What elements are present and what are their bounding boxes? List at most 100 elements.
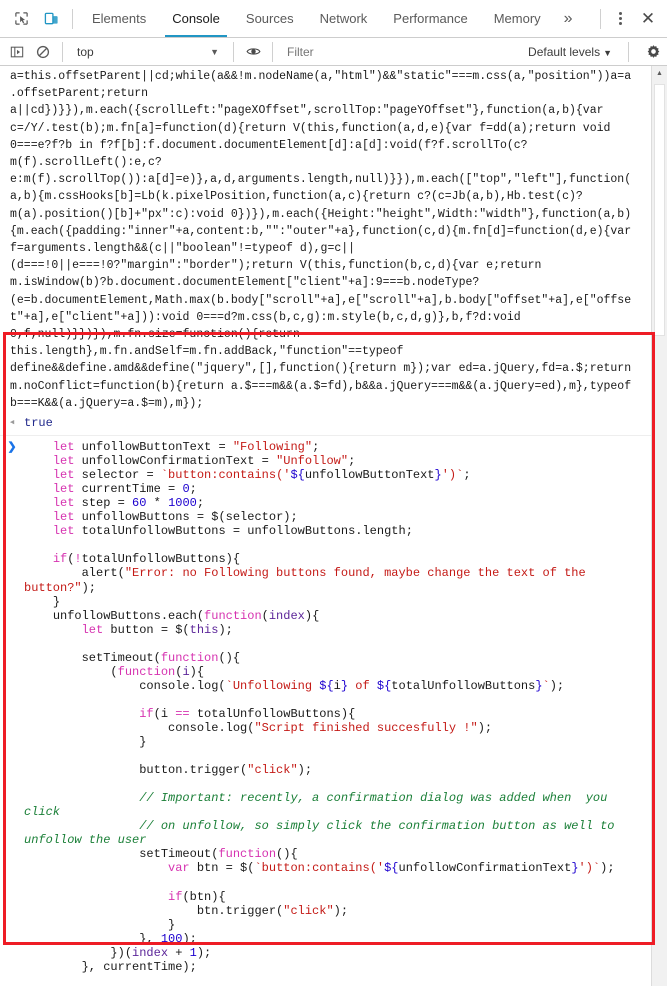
code-token: console.log( — [24, 678, 226, 693]
tab-elements[interactable]: Elements — [79, 0, 159, 37]
code-token: let — [52, 440, 75, 455]
code-line: let totalUnfollowButtons = unfollowButto… — [24, 524, 641, 538]
code-token: "Script finished succesfully !" — [254, 721, 478, 735]
more-tabs-icon[interactable]: » — [554, 0, 583, 37]
console-vertical-scrollbar[interactable]: ▲ — [651, 66, 667, 986]
code-token: console.log( — [24, 721, 255, 735]
code-token: $( — [168, 622, 190, 637]
code-token: ; — [312, 440, 320, 455]
code-token: (i — [153, 706, 176, 721]
chevron-down-icon: ▼ — [210, 46, 219, 57]
tab-network-label: Network — [319, 11, 368, 26]
scroll-up-arrow-icon[interactable]: ▲ — [652, 66, 667, 81]
code-token: selector — [74, 468, 147, 483]
code-line: alert("Error: no Following buttons found… — [24, 566, 641, 594]
code-token: btn — [189, 861, 226, 876]
code-token: var — [168, 861, 190, 876]
execution-context-selector[interactable]: top ▼ — [69, 45, 227, 59]
live-expression-icon[interactable] — [240, 39, 266, 65]
code-token: ${ — [319, 678, 334, 693]
code-token: "click" — [247, 763, 298, 778]
scrollbar-thumb[interactable] — [654, 84, 665, 336]
code-token: = — [225, 861, 233, 876]
tab-memory-label: Memory — [493, 11, 541, 26]
code-token: i — [182, 664, 190, 679]
code-line: if(!totalUnfollowButtons){ — [24, 552, 641, 566]
code-token: } — [24, 917, 176, 932]
code-token: unfollowConfirmationText — [74, 454, 262, 469]
code-token: = — [117, 496, 125, 511]
code-token: } — [24, 594, 61, 609]
code-token: ); — [283, 510, 298, 525]
tab-sources[interactable]: Sources — [233, 0, 307, 37]
code-token: alert( — [24, 566, 125, 581]
code-token: unfollowButtons.each( — [24, 608, 205, 623]
code-token: i — [333, 678, 341, 693]
panel-tabs: Elements Console Sources Network Perform… — [79, 0, 583, 37]
code-token: = — [261, 454, 269, 469]
toggle-console-sidebar-icon[interactable] — [4, 39, 30, 65]
code-token: ); — [600, 861, 615, 876]
code-token: unfollowButtonText — [74, 440, 219, 455]
code-token: let — [52, 454, 75, 469]
tab-performance[interactable]: Performance — [380, 0, 480, 37]
tab-memory[interactable]: Memory — [481, 0, 554, 37]
console-prompt-input[interactable]: let unfollowButtonText = "Following"; le… — [24, 440, 651, 986]
code-token: ( — [24, 664, 118, 679]
tabbar-divider — [72, 8, 73, 29]
filterbar-divider-4 — [628, 41, 629, 62]
code-token: ){ — [189, 664, 205, 679]
more-options-icon[interactable] — [607, 1, 633, 37]
code-token: ; — [196, 496, 205, 511]
code-token: of — [348, 678, 377, 693]
code-token: ); — [218, 622, 233, 637]
code-token: unfollowConfirmationText — [398, 861, 572, 876]
code-token: }, — [24, 931, 161, 946]
code-token: ${ — [376, 678, 392, 693]
code-token: btn.trigger( — [24, 903, 284, 918]
code-token: `button:contains(' — [160, 468, 291, 483]
prompt-arrow-icon: ❯ — [7, 441, 17, 454]
code-token: ')` — [578, 861, 601, 876]
code-token: this — [189, 622, 219, 637]
filter-input[interactable] — [279, 43, 519, 60]
code-token: button — [103, 622, 161, 637]
code-token: unfollowButtonText — [304, 468, 435, 483]
code-token: ! — [74, 552, 82, 567]
code-line: // on unfollow, so simply click the conf… — [24, 819, 641, 847]
tab-console[interactable]: Console — [159, 0, 233, 37]
console-message-list[interactable]: a=this.offsetParent||cd;while(a&&!m.node… — [0, 66, 651, 986]
device-toolbar-icon[interactable] — [36, 1, 66, 37]
console-prompt-row[interactable]: ❯ let unfollowButtonText = "Following"; … — [0, 436, 651, 986]
code-token: let — [52, 524, 75, 539]
code-token: * — [146, 496, 169, 511]
code-token: } — [340, 678, 349, 693]
code-token: == — [175, 706, 190, 721]
clear-console-icon[interactable] — [30, 39, 56, 65]
code-token: ` — [542, 678, 550, 693]
code-line: setTimeout(function(){ — [24, 847, 641, 861]
code-line: if(i == totalUnfollowButtons){ — [24, 707, 641, 721]
console-result-row: ◂ true — [0, 412, 651, 437]
code-token: = — [146, 468, 154, 483]
settings-gear-icon[interactable] — [639, 39, 667, 65]
tab-network[interactable]: Network — [307, 0, 381, 37]
code-token: } — [571, 861, 579, 876]
inspect-element-icon[interactable] — [6, 1, 36, 37]
code-line: let step = 60 * 1000; — [24, 496, 641, 510]
tab-performance-label: Performance — [393, 11, 468, 26]
close-icon[interactable]: ✕ — [633, 1, 663, 37]
code-token: ')` — [441, 468, 464, 483]
code-token: 1 — [189, 945, 197, 960]
code-token: ( — [261, 608, 269, 623]
log-levels-selector[interactable]: Default levels ▼ — [518, 45, 622, 59]
